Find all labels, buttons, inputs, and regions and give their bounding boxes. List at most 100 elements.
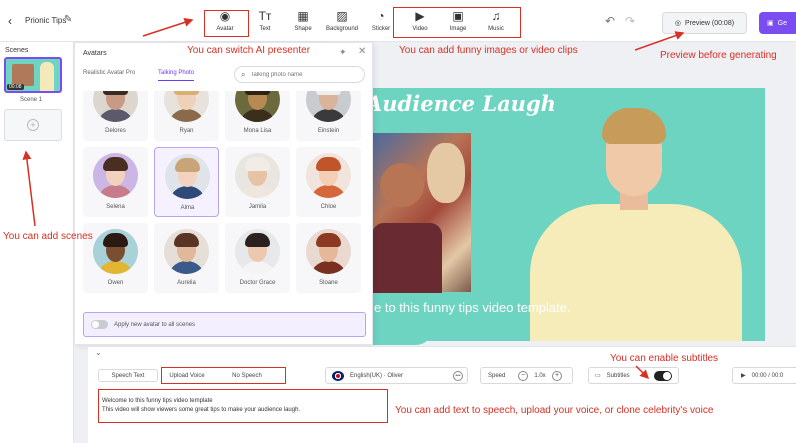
preview-button[interactable]: ◎ Preview (00:08) [662, 12, 747, 34]
avatar-shoulders [310, 185, 347, 198]
add-scene-button[interactable]: + [4, 109, 62, 141]
back-arrow-icon[interactable]: ‹ [8, 14, 12, 28]
avatar-card[interactable]: Ryan [154, 91, 219, 141]
uk-flag-icon [332, 370, 344, 381]
play-icon[interactable]: ▶ [741, 372, 746, 379]
avatar-name: Ryan [179, 128, 194, 134]
avatar-photo [235, 91, 280, 122]
avatar-card[interactable]: Aurelia [154, 223, 219, 293]
annotation-box-media [393, 7, 521, 38]
avatar-hair [103, 233, 128, 247]
apply-all-toggle[interactable] [91, 320, 108, 329]
scene-label: Scene 1 [20, 97, 43, 103]
subtitles-toggle[interactable] [654, 371, 672, 381]
annotation-box-voice-tabs [161, 367, 286, 384]
avatar-hair [245, 91, 270, 95]
avatar-photo [306, 229, 351, 274]
avatar-card[interactable]: Doctor Grace [225, 223, 290, 293]
tool-label: Shape [294, 26, 312, 32]
avatar-hair [174, 91, 199, 95]
tool-text[interactable]: Tт Text [248, 9, 282, 33]
avatar-card[interactable]: Selena [83, 147, 148, 217]
tool-label: Background [325, 26, 359, 32]
tab-realistic-avatar-pro[interactable]: Realistic Avatar Pro [83, 70, 135, 76]
chevron-down-icon[interactable]: ⌄ [95, 348, 102, 357]
project-title[interactable]: Prionic Tips [25, 16, 66, 25]
plus-icon: + [27, 119, 39, 131]
avatar-photo [235, 229, 280, 274]
avatar-shoulders [169, 186, 206, 199]
subtitles-icon: ▭ [595, 373, 601, 379]
scene-duration: 00:08 [7, 84, 24, 90]
avatar-shoulders [310, 109, 347, 122]
photo-shirt [372, 223, 442, 293]
avatar-card[interactable]: Einstein [296, 91, 361, 141]
avatar-photo [93, 91, 138, 122]
avatar-name: Aurelia [177, 280, 196, 286]
avatar-panel: Avatars ✦ ✕ Realistic Avatar Pro Talking… [74, 42, 373, 345]
canvas-subtitle[interactable]: e to this funny tips video template. [374, 300, 571, 315]
speed-label: Speed [488, 372, 506, 379]
video-canvas[interactable]: Audience Laugh e to this funny tips vide… [364, 88, 765, 341]
avatar-name: Einstein [317, 128, 340, 134]
avatar-name: Delores [105, 128, 126, 134]
plus-icon[interactable]: + [552, 370, 562, 381]
panel-title: Avatars [83, 50, 107, 57]
tab-speech-text[interactable]: Speech Text [98, 369, 158, 382]
tool-shape[interactable]: ▦ Shape [286, 10, 320, 33]
avatar-name: Alma [180, 205, 195, 211]
scene-thumbnail[interactable]: 00:08 [4, 57, 62, 93]
edit-pencil-icon[interactable]: ✎ [64, 14, 72, 25]
search-icon: ⌕ [241, 69, 246, 79]
speed-value: 1.0x [534, 372, 546, 379]
undo-icon[interactable]: ↶ [605, 14, 615, 28]
thumb-photo [12, 64, 34, 86]
avatar-hair [245, 233, 270, 247]
presenter-hair [602, 108, 666, 144]
avatar-photo [164, 229, 209, 274]
canvas-photo[interactable] [372, 133, 471, 293]
pin-icon[interactable]: ✦ [339, 47, 347, 58]
generate-label: Ge [777, 19, 787, 27]
search-input[interactable] [250, 71, 351, 78]
speed-control: Speed − 1.0x + [480, 367, 573, 384]
avatar-card[interactable]: Chloe [296, 147, 361, 217]
avatar-shoulders [310, 261, 347, 274]
text-icon: Tт [258, 9, 272, 23]
avatar-grid: Delores Ryan Mona Lisa Einstein Selena Alma Ja… [83, 91, 363, 302]
avatar-hair [316, 233, 341, 247]
avatar-photo [93, 229, 138, 274]
avatar-shoulders [97, 261, 134, 274]
avatar-name: Owen [107, 280, 124, 286]
avatar-card[interactable]: Alma [154, 147, 219, 217]
avatar-search[interactable]: ⌕ [234, 66, 365, 83]
annotation-add-scenes: You can add scenes [3, 231, 93, 242]
redo-icon[interactable]: ↷ [625, 14, 635, 28]
apply-all-scenes[interactable]: Apply new avatar to all scenes [83, 312, 366, 337]
minus-icon[interactable]: − [518, 370, 528, 381]
close-icon[interactable]: ✕ [358, 46, 366, 57]
generate-button[interactable]: ▣ Ge [759, 12, 796, 34]
avatar-shoulders [239, 109, 276, 122]
avatar-name: Doctor Grace [239, 280, 276, 286]
avatar-shoulders [168, 109, 205, 122]
avatar-shoulders [239, 261, 276, 274]
voice-selector[interactable]: English(UK) · Oliver ••• [325, 367, 468, 384]
avatar-card[interactable]: Owen [83, 223, 148, 293]
tool-background[interactable]: ▨ Background [325, 10, 359, 33]
subtitles-label: Subtitles [606, 372, 630, 379]
avatar-card[interactable]: Jamila [225, 147, 290, 217]
preview-icon: ◎ [674, 20, 682, 27]
avatar-hair [316, 91, 341, 95]
avatar-card[interactable]: Sloane [296, 223, 361, 293]
avatar-photo [93, 153, 138, 198]
avatar-name: Selena [106, 204, 125, 210]
annotation-box-script [98, 389, 388, 423]
avatar-photo [164, 91, 209, 122]
more-icon[interactable]: ••• [453, 371, 463, 381]
avatar-card[interactable]: Mona Lisa [225, 91, 290, 141]
annotation-box-avatar [204, 10, 249, 37]
tab-talking-photo[interactable]: Talking Photo [158, 70, 195, 81]
avatar-card[interactable]: Delores [83, 91, 148, 141]
generate-icon: ▣ [767, 20, 774, 27]
